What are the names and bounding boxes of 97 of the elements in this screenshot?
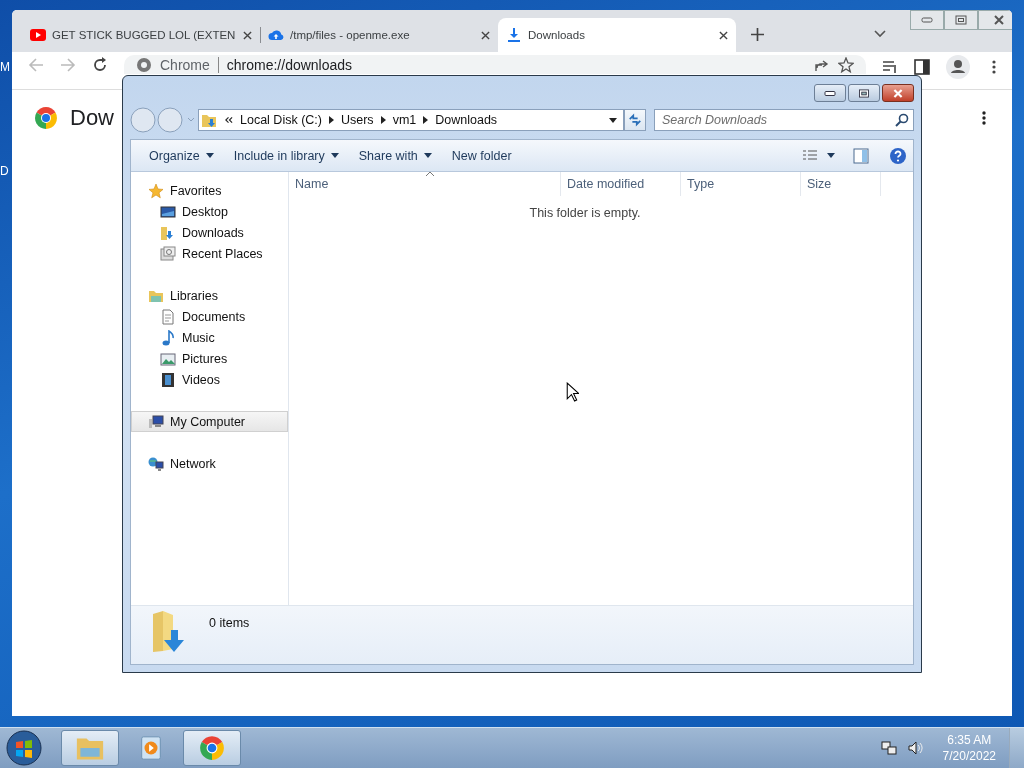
pictures-icon — [160, 350, 176, 367]
dropdown-arrow-icon[interactable] — [609, 117, 617, 123]
toolbar-button[interactable]: Include in library — [223, 143, 349, 168]
column-header[interactable]: Name — [289, 172, 561, 196]
nav-item[interactable]: Pictures — [131, 348, 288, 369]
breadcrumb-item[interactable]: vm1 — [392, 113, 417, 127]
download-folder-icon — [160, 224, 176, 241]
breadcrumb-arrow-icon[interactable] — [328, 116, 334, 124]
minimize-button[interactable] — [814, 84, 846, 102]
overflow-chevron-icon[interactable] — [224, 116, 233, 124]
star-icon[interactable] — [838, 56, 854, 73]
folder-icon — [201, 112, 217, 128]
film-icon — [160, 371, 176, 388]
close-icon[interactable] — [481, 30, 490, 40]
browser-tab[interactable]: Downloads — [498, 18, 736, 52]
download-folder-icon — [151, 610, 187, 654]
tab-title: Downloads — [528, 29, 586, 41]
minimize-icon — [921, 15, 933, 25]
network-icon[interactable] — [880, 740, 897, 756]
download-icon — [506, 28, 522, 42]
reload-icon[interactable] — [92, 57, 108, 73]
close-icon — [892, 88, 904, 98]
item-count: 0 items — [209, 616, 250, 630]
network-icon — [148, 455, 164, 472]
restore-icon — [955, 15, 967, 25]
side-panel-icon[interactable] — [914, 59, 930, 75]
taskbar-button[interactable] — [183, 730, 241, 766]
close-icon — [993, 15, 1005, 25]
nav-item[interactable]: Desktop — [131, 201, 288, 222]
nav-item[interactable]: Documents — [131, 306, 288, 327]
help-icon[interactable] — [889, 146, 907, 165]
video-icon — [30, 28, 46, 42]
nav-item[interactable]: Network — [131, 453, 288, 474]
maximize-button[interactable] — [848, 84, 880, 102]
caret-icon — [205, 153, 214, 158]
search-field[interactable]: Search Downloads — [654, 109, 914, 131]
column-header[interactable]: Date modified — [561, 172, 681, 196]
chrome-icon — [198, 735, 226, 761]
address-bar[interactable]: Chrome chrome://downloads — [124, 55, 866, 74]
mouse-pointer-icon — [566, 382, 579, 402]
volume-icon[interactable] — [907, 740, 924, 756]
new-tab-icon[interactable] — [751, 28, 764, 41]
nav-item[interactable]: My Computer — [131, 411, 288, 432]
breadcrumb-arrow-icon[interactable] — [380, 116, 386, 124]
toolbar-button[interactable]: New folder — [441, 143, 522, 168]
folder-icon — [76, 735, 104, 761]
nav-item[interactable]: Music — [131, 327, 288, 348]
music-note-icon — [160, 329, 176, 346]
close-icon[interactable] — [243, 30, 252, 40]
browser-tab[interactable]: GET STICK BUGGED LOL (EXTEN — [22, 18, 260, 52]
nav-item[interactable]: Libraries — [131, 285, 288, 306]
empty-folder-message: This folder is empty. — [528, 206, 642, 220]
column-header[interactable]: Type — [681, 172, 801, 196]
nav-item[interactable]: Favorites — [131, 180, 288, 201]
computer-icon — [148, 413, 164, 430]
nav-item[interactable]: Downloads — [131, 222, 288, 243]
close-button[interactable] — [978, 10, 1012, 30]
profile-icon[interactable] — [946, 55, 970, 79]
breadcrumb-item[interactable]: Local Disk (C:) — [240, 113, 322, 127]
dropdown-arrow-icon[interactable] — [827, 153, 835, 158]
browser-tab[interactable]: /tmp/files - openme.exe — [260, 18, 498, 52]
tab-title: /tmp/files - openme.exe — [290, 29, 411, 41]
toolbar-button[interactable]: Share with — [348, 143, 442, 168]
refresh-icon — [628, 113, 642, 127]
reading-list-icon[interactable] — [882, 59, 898, 75]
nav-item[interactable]: Videos — [131, 369, 288, 390]
taskbar-button[interactable] — [61, 730, 119, 766]
search-icon[interactable] — [895, 113, 909, 127]
page-title: Dow — [70, 105, 114, 131]
caret-icon — [423, 153, 432, 158]
column-header[interactable]: Size — [801, 172, 881, 196]
chrome-icon — [136, 56, 152, 73]
caret-icon — [330, 153, 339, 158]
refresh-button[interactable] — [624, 109, 646, 131]
document-icon — [160, 308, 176, 325]
minimize-icon — [824, 88, 836, 98]
desktop-icon-label: D — [0, 164, 9, 178]
toolbar-button[interactable]: Organize — [139, 143, 224, 168]
maximize-button[interactable] — [944, 10, 978, 30]
start-button[interactable] — [6, 730, 42, 766]
close-icon[interactable] — [719, 30, 728, 40]
breadcrumb-arrow-icon[interactable] — [423, 116, 429, 124]
nav-item[interactable]: Recent Places — [131, 243, 288, 264]
desktop-icon-label: M — [0, 60, 10, 74]
breadcrumb-item[interactable]: Downloads — [435, 113, 498, 127]
restore-icon — [858, 88, 870, 98]
cloud-upload-icon — [268, 28, 284, 42]
breadcrumb-item[interactable]: Users — [340, 113, 374, 127]
star-icon — [148, 182, 164, 199]
desktop-icon — [160, 203, 176, 220]
chrome-logo-icon — [34, 106, 58, 130]
recent-places-icon — [160, 245, 176, 262]
chevron-down-icon[interactable] — [874, 30, 886, 38]
tab-title: GET STICK BUGGED LOL (EXTEN — [52, 29, 237, 41]
close-button[interactable] — [882, 84, 914, 102]
address-bar[interactable]: Local Disk (C:) Users vm1 Downloads — [198, 109, 624, 131]
more-icon[interactable] — [982, 110, 986, 126]
